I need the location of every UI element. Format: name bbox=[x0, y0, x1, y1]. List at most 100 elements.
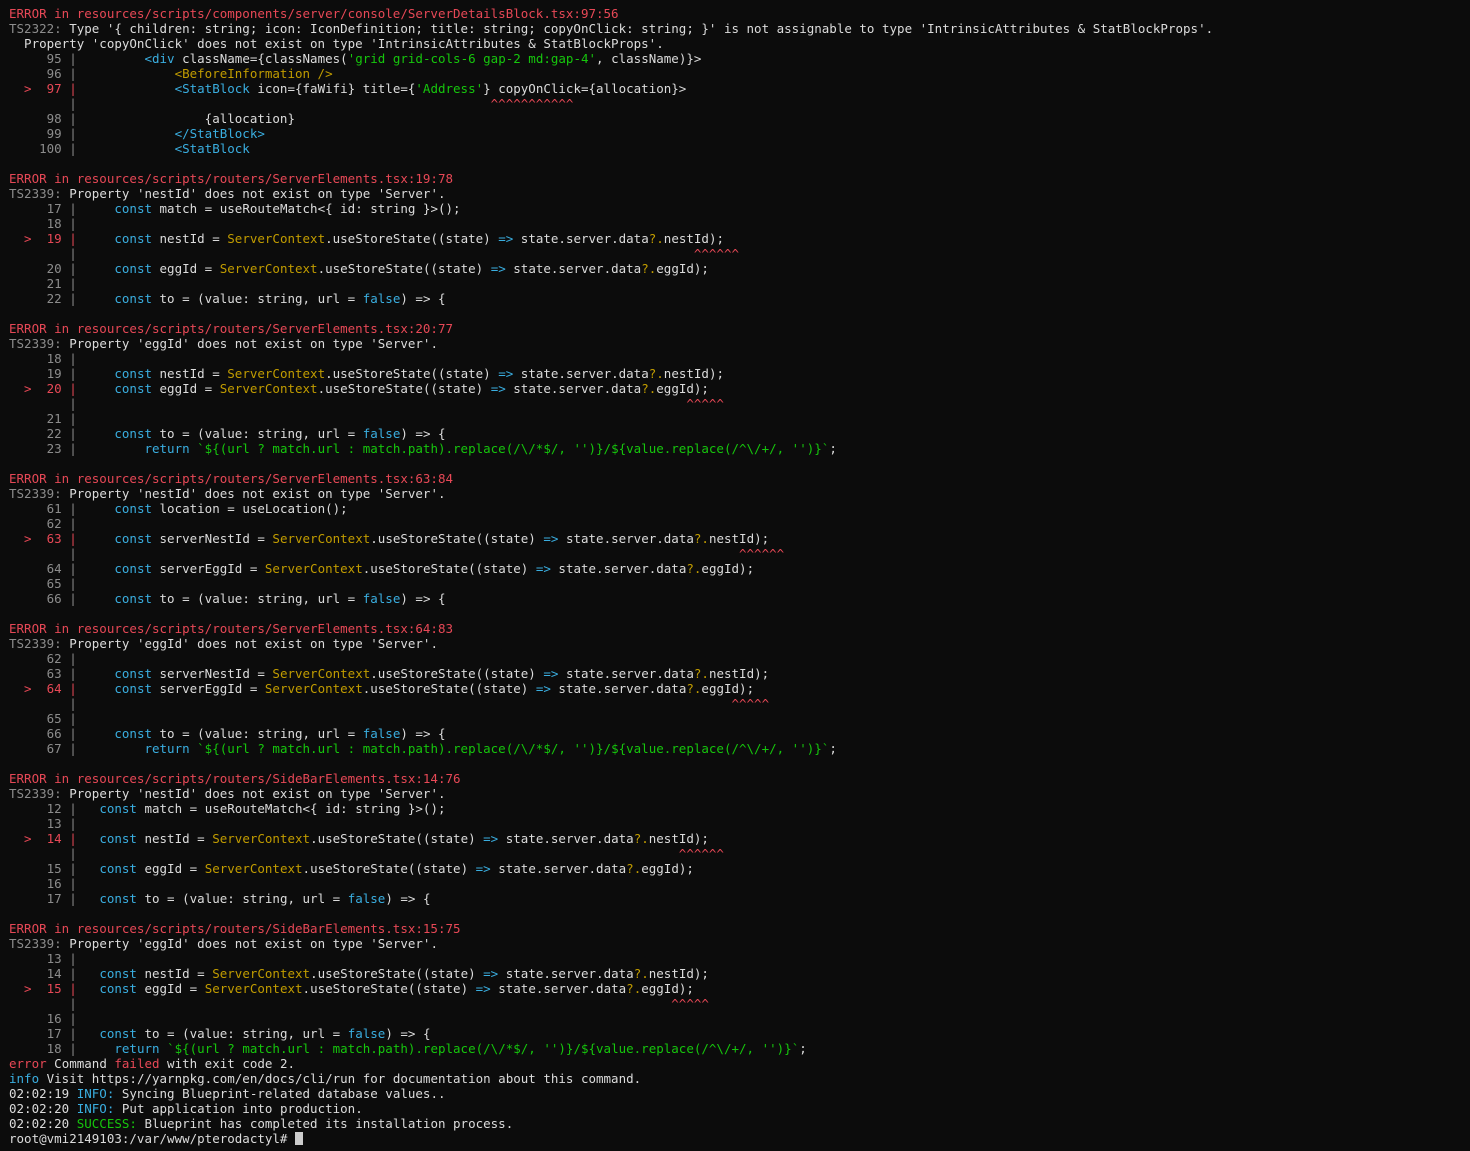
terminal-text-segment: const bbox=[84, 501, 160, 516]
terminal-text-segment: 'grid grid-cols-6 gap-2 md:gap-4' bbox=[347, 51, 597, 66]
terminal-line: 17 | const to = (value: string, url = fa… bbox=[9, 1026, 1470, 1041]
terminal-text-segment: to = (value: string, url = bbox=[159, 291, 363, 306]
terminal-text-segment: ERROR in resources/scripts/routers/Serve… bbox=[9, 321, 454, 336]
terminal-text-segment: return bbox=[84, 1041, 168, 1056]
terminal-text-segment: 13 | bbox=[9, 951, 77, 966]
terminal-text-segment: .useStoreState((state) bbox=[310, 966, 484, 981]
terminal-text-segment: match = useRouteMatch<{ id: string }>(); bbox=[144, 801, 446, 816]
terminal-text-segment: ?. bbox=[686, 561, 702, 576]
terminal-text-segment: INFO: bbox=[76, 1086, 115, 1101]
terminal-text-segment: 16 | bbox=[9, 876, 77, 891]
terminal-text-segment: const bbox=[84, 591, 160, 606]
terminal-text-segment: nestId); bbox=[648, 831, 709, 846]
terminal-text-segment: 02:02:19 bbox=[9, 1086, 77, 1101]
terminal-text-segment: ERROR in resources/scripts/routers/Serve… bbox=[9, 621, 454, 636]
terminal-text-segment: const bbox=[84, 261, 160, 276]
terminal-text-segment: ?. bbox=[633, 831, 649, 846]
terminal-text-segment: const bbox=[84, 831, 145, 846]
terminal-text-segment: Property 'copyOnClick' does not exist on… bbox=[9, 36, 664, 51]
terminal-text-segment: ?. bbox=[633, 966, 649, 981]
terminal-text-segment: ServerContext bbox=[219, 261, 318, 276]
terminal-text-segment: ) => { bbox=[400, 291, 446, 306]
terminal-line: 66 | const to = (value: string, url = fa… bbox=[9, 726, 1470, 741]
terminal-line: 96 | <BeforeInformation /> bbox=[9, 66, 1470, 81]
terminal-text-segment: | bbox=[9, 696, 85, 711]
terminal-text-segment: nestId); bbox=[648, 966, 709, 981]
terminal-text-segment: const bbox=[84, 381, 160, 396]
terminal-text-segment: ^^^^^ bbox=[84, 696, 770, 711]
terminal-text-segment: false bbox=[347, 1026, 386, 1041]
terminal-line: 67 | return `${(url ? match.url : match.… bbox=[9, 741, 1470, 756]
terminal-text-segment: | bbox=[9, 996, 85, 1011]
terminal-line: | ^^^^^^ bbox=[9, 846, 1470, 861]
terminal-text-segment: eggId = bbox=[144, 981, 205, 996]
shell-prompt-line[interactable]: root@vmi2149103:/var/www/pterodactyl# bbox=[9, 1131, 1470, 1146]
terminal-text-segment: ?. bbox=[693, 531, 709, 546]
terminal-text-segment: ?. bbox=[641, 381, 657, 396]
terminal-line: error Command failed with exit code 2. bbox=[9, 1056, 1470, 1071]
terminal-line: TS2339: Property 'nestId' does not exist… bbox=[9, 186, 1470, 201]
terminal-text-segment: ServerContext bbox=[219, 381, 318, 396]
terminal-text-segment: ?. bbox=[648, 231, 664, 246]
terminal-text-segment: 23 | bbox=[9, 441, 85, 456]
terminal-text-segment: className={classNames( bbox=[182, 51, 348, 66]
terminal-line: > 20 | const eggId = ServerContext.useSt… bbox=[9, 381, 1470, 396]
terminal-text-segment: ^^^^^^^^^^^ bbox=[84, 96, 574, 111]
terminal-text-segment: 12 | bbox=[9, 801, 85, 816]
terminal-line: | ^^^^^ bbox=[9, 696, 1470, 711]
terminal-text-segment: ServerContext bbox=[264, 561, 363, 576]
terminal-text-segment: => bbox=[490, 261, 506, 276]
terminal-text-segment: `${(url ? match.url : match.path).replac… bbox=[197, 741, 830, 756]
terminal-text-segment: nestId); bbox=[708, 531, 770, 546]
terminal-text-segment: Property 'eggId' does not exist on type … bbox=[69, 636, 438, 651]
terminal-text-segment: ERROR in resources/scripts/routers/SideB… bbox=[9, 771, 461, 786]
text-cursor bbox=[294, 1132, 303, 1145]
terminal-text-segment: ServerContext bbox=[227, 366, 326, 381]
terminal-line: | ^^^^^^ bbox=[9, 546, 1470, 561]
terminal-text-segment: to = (value: string, url = bbox=[159, 726, 363, 741]
terminal-text-segment: false bbox=[347, 891, 386, 906]
terminal-text-segment: ERROR in resources/scripts/routers/Serve… bbox=[9, 171, 454, 186]
terminal-text-segment: Property 'nestId' does not exist on type… bbox=[69, 186, 446, 201]
terminal-line: > 15 | const eggId = ServerContext.useSt… bbox=[9, 981, 1470, 996]
terminal-text-segment: nestId = bbox=[144, 831, 213, 846]
terminal-line: 98 | {allocation} bbox=[9, 111, 1470, 126]
terminal-text-segment: const bbox=[84, 966, 145, 981]
terminal-text-segment: return bbox=[84, 741, 198, 756]
terminal-text-segment: TS2322: bbox=[9, 21, 70, 36]
terminal-line: > 97 | <StatBlock icon={faWifi} title={'… bbox=[9, 81, 1470, 96]
terminal-line: | ^^^^^ bbox=[9, 996, 1470, 1011]
terminal-text-segment: const bbox=[84, 666, 160, 681]
terminal-text-segment: state.server.data bbox=[513, 231, 649, 246]
terminal-text-segment: error bbox=[9, 1056, 47, 1071]
terminal-text-segment: ERROR in resources/scripts/components/se… bbox=[9, 6, 619, 21]
terminal-text-segment: location = useLocation(); bbox=[159, 501, 348, 516]
terminal-line: > 19 | const nestId = ServerContext.useS… bbox=[9, 231, 1470, 246]
terminal-text-segment: .useStoreState((state) bbox=[317, 381, 491, 396]
terminal-line: 18 | bbox=[9, 351, 1470, 366]
terminal-line: 12 | const match = useRouteMatch<{ id: s… bbox=[9, 801, 1470, 816]
terminal-text-segment: .useStoreState((state) bbox=[302, 861, 476, 876]
terminal-text-segment: TS2339: bbox=[9, 786, 70, 801]
terminal-text-segment: 18 | bbox=[9, 1041, 85, 1056]
terminal-text-segment: => bbox=[498, 366, 514, 381]
terminal-text-segment: TS2339: bbox=[9, 636, 70, 651]
terminal-text-segment: => bbox=[535, 561, 551, 576]
terminal-text-segment: {allocation} bbox=[84, 111, 295, 126]
terminal-window[interactable]: ERROR in resources/scripts/components/se… bbox=[0, 0, 1470, 1151]
terminal-line: TS2339: Property 'nestId' does not exist… bbox=[9, 786, 1470, 801]
terminal-line: TS2322: Type '{ children: string; icon: … bbox=[9, 21, 1470, 36]
terminal-text-segment: .useStoreState((state) bbox=[317, 261, 491, 276]
terminal-text-segment: > 64 | bbox=[9, 681, 85, 696]
terminal-text-segment: INFO: bbox=[76, 1101, 115, 1116]
terminal-text-segment: Blueprint has completed its installation… bbox=[136, 1116, 514, 1131]
terminal-text-segment: icon={faWifi} title={ bbox=[257, 81, 416, 96]
terminal-text-segment: ServerContext bbox=[204, 861, 303, 876]
terminal-text-segment: state.server.data bbox=[498, 966, 634, 981]
terminal-line: info Visit https://yarnpkg.com/en/docs/c… bbox=[9, 1071, 1470, 1086]
terminal-text-segment: TS2339: bbox=[9, 936, 70, 951]
